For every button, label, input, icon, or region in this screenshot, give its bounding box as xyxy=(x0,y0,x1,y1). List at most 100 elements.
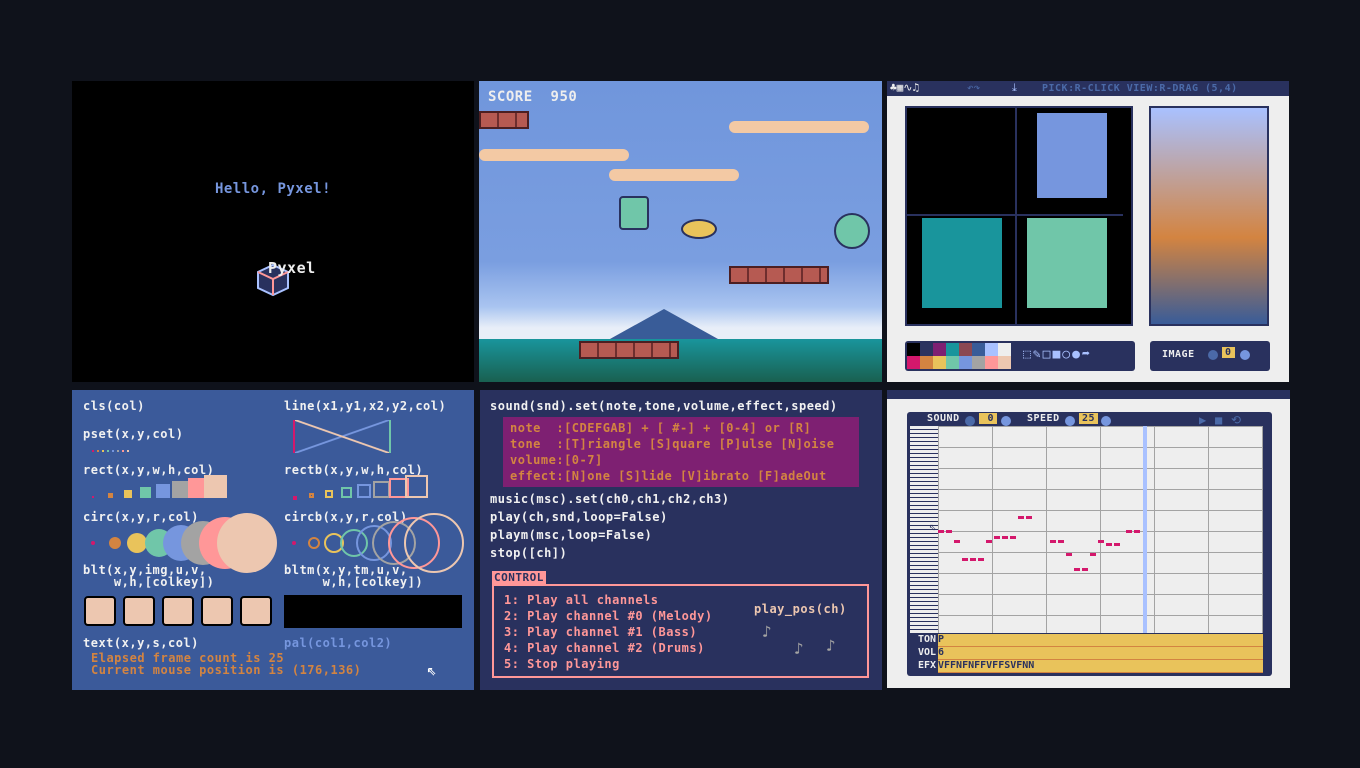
greeting-text: Hello, Pyxel! xyxy=(214,181,332,197)
palette-color-swatch[interactable] xyxy=(920,343,933,356)
palette-color-swatch[interactable] xyxy=(985,343,998,356)
pyxel-cube-logo-icon xyxy=(227,249,289,297)
note-mark xyxy=(978,558,984,561)
palette-and-tools: ⬚✎□■○●➦ xyxy=(905,341,1135,371)
filled-rect xyxy=(124,490,132,498)
mouse-cursor-icon: ⇖ xyxy=(427,660,438,679)
sound-api-demo: sound(snd).set(note,tone,volume,effect,s… xyxy=(480,390,882,690)
sound-editor: SOUND 0 SPEED 25 ▶ ■ ⟲ ⇖ TON P VOL 6 EFX VFFN… xyxy=(887,390,1290,688)
hello-pyxel-screen: Hello, Pyxel! Pyxel xyxy=(72,81,474,382)
palette-color-swatch[interactable] xyxy=(998,343,1011,356)
image-selector: IMAGE 0 xyxy=(1150,341,1270,371)
brick-platform xyxy=(579,341,679,359)
sound-increment-button[interactable] xyxy=(1001,413,1011,427)
sound-param-row: VOL 6 xyxy=(910,647,1263,660)
outline-rect xyxy=(357,484,371,498)
image-decrement-button[interactable] xyxy=(1208,347,1218,361)
score-label: SCORE 950 xyxy=(488,89,577,105)
melon-item xyxy=(834,213,870,249)
palette-color-swatch[interactable] xyxy=(946,343,959,356)
stop-button-icon[interactable]: ■ xyxy=(1215,413,1222,427)
outline-rect xyxy=(373,481,390,498)
save-icon[interactable]: ⤓ xyxy=(1012,81,1017,95)
filled-circle xyxy=(91,541,95,545)
cat-sprite xyxy=(240,596,272,626)
control-item: 4: Play channel #2 (Drums) xyxy=(504,641,705,655)
toolbar-hint: PICK:R-CLICK VIEW:R-DRAG (5,4) xyxy=(1042,83,1238,94)
sprite-preview xyxy=(922,218,1002,308)
sound-editor-window: SOUND 0 SPEED 25 ▶ ■ ⟲ ⇖ TON P VOL 6 EFX VFFN… xyxy=(907,412,1272,676)
row-label: TON xyxy=(917,634,936,645)
sound-param-row: TON P xyxy=(910,634,1263,647)
score-text: SCORE xyxy=(488,89,533,105)
circ-label: circ(x,y,r,col) xyxy=(83,510,199,524)
image-editor-tab-icon[interactable]: ♣▦∿♫ xyxy=(890,81,919,94)
forest xyxy=(479,339,882,382)
palette-color-swatch[interactable] xyxy=(972,356,985,369)
control-item: 1: Play all channels xyxy=(504,593,659,607)
note-mark xyxy=(1074,568,1080,571)
cat-sprite xyxy=(123,596,155,626)
music-set-label: music(msc).set(ch0,ch1,ch2,ch3) xyxy=(490,492,730,506)
bltm-label: bltm(x,y,tm,u,v, w,h,[colkey]) xyxy=(284,563,424,589)
outline-rect xyxy=(341,487,352,498)
brick-platform xyxy=(479,111,529,129)
palette-color-swatch[interactable] xyxy=(933,343,946,356)
palette-color-swatch[interactable] xyxy=(998,356,1011,369)
row-value[interactable]: P xyxy=(938,634,1263,647)
sound-params-box: note :[CDEFGAB] + [ #-] + [0-4] or [R] t… xyxy=(503,417,859,487)
cat-sprite xyxy=(84,596,116,626)
loop-button-icon[interactable]: ⟲ xyxy=(1231,413,1241,427)
control-item: 3: Play channel #1 (Bass) xyxy=(504,625,698,639)
row-label: VOL xyxy=(917,647,936,658)
row-value[interactable]: 6 xyxy=(938,647,1263,660)
palette-color-swatch[interactable] xyxy=(920,356,933,369)
image-bank-view[interactable] xyxy=(1149,106,1269,326)
pal-label: pal(col1,col2) xyxy=(284,636,393,650)
sound-decrement-button[interactable] xyxy=(965,413,975,427)
play-button-icon[interactable]: ▶ xyxy=(1199,413,1206,427)
sprite-preview xyxy=(1027,218,1107,308)
undo-redo-icon[interactable]: ↶↷ xyxy=(967,81,980,94)
drawing-api-demo: cls(col) line(x1,y1,x2,y2,col) pset(x,y,… xyxy=(72,390,474,690)
score-value: 950 xyxy=(550,89,578,105)
note-mark xyxy=(946,530,952,533)
filled-circle xyxy=(217,513,277,573)
palette-color-swatch[interactable] xyxy=(985,356,998,369)
sound-value: 0 xyxy=(979,413,997,424)
note-grid[interactable] xyxy=(938,426,1263,633)
outline-circle xyxy=(292,541,296,545)
palette-color-swatch[interactable] xyxy=(933,356,946,369)
note-mark xyxy=(962,558,968,561)
palette-color-swatch[interactable] xyxy=(959,356,972,369)
image-increment-button[interactable] xyxy=(1240,347,1250,361)
row-value[interactable]: VFFNFNFFVFFSVFNN xyxy=(938,660,1263,673)
image-label: IMAGE xyxy=(1162,349,1195,360)
pset-pixel xyxy=(97,450,99,452)
note-mark xyxy=(1018,516,1024,519)
note-mark xyxy=(1134,530,1140,533)
image-editor: ♣▦∿♫ ↶↷ ⤓ PICK:R-CLICK VIEW:R-DRAG (5,4)… xyxy=(887,81,1289,382)
speed-decrement-button[interactable] xyxy=(1065,413,1075,427)
palette-color-swatch[interactable] xyxy=(946,356,959,369)
palette-color-swatch[interactable] xyxy=(959,343,972,356)
stop-label: stop([ch]) xyxy=(490,546,568,560)
drawing-tools-icons[interactable]: ⬚✎□■○●➦ xyxy=(1023,347,1092,362)
blt-label: blt(x,y,img,u,v, w,h,[colkey]) xyxy=(83,563,215,589)
music-note-icon: ♪ xyxy=(826,636,837,655)
outline-rect xyxy=(325,490,333,498)
note-mark xyxy=(1066,553,1072,556)
sprite-preview xyxy=(1037,113,1107,198)
image-value: 0 xyxy=(1222,347,1235,358)
brick-platform xyxy=(729,266,829,284)
palette-color-swatch[interactable] xyxy=(972,343,985,356)
pset-pixel xyxy=(112,450,114,452)
note-mark xyxy=(1058,540,1064,543)
palette-color-swatch[interactable] xyxy=(907,356,920,369)
outline-rect xyxy=(405,475,428,498)
pset-pixel xyxy=(122,450,124,452)
sound-label: SOUND xyxy=(927,413,960,424)
palette-color-swatch[interactable] xyxy=(907,343,920,356)
image-canvas[interactable] xyxy=(905,106,1133,326)
speed-increment-button[interactable] xyxy=(1101,413,1111,427)
